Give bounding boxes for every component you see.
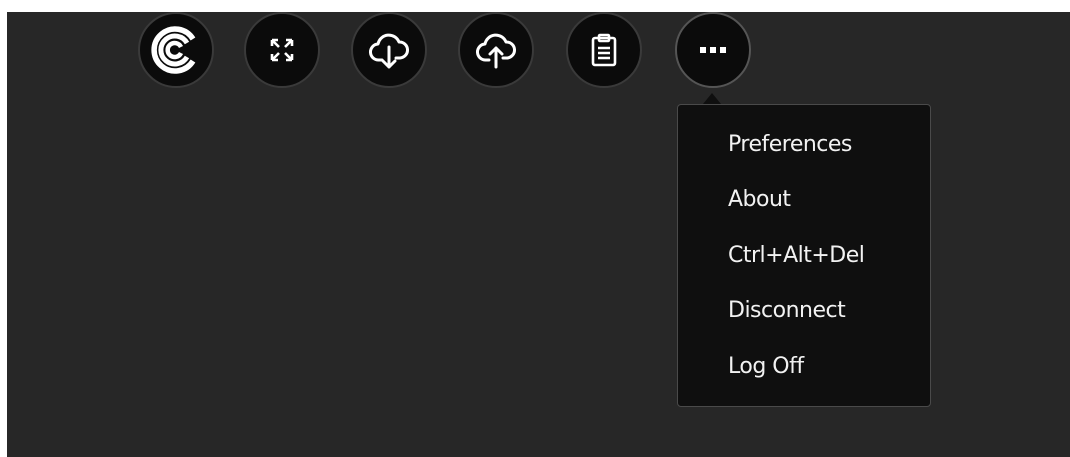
citrix-logo-button[interactable] <box>138 12 214 88</box>
session-toolbar <box>0 0 1070 100</box>
clipboard-icon <box>584 30 624 70</box>
more-horizontal-icon <box>698 45 728 55</box>
menu-item-about[interactable]: About <box>728 180 791 220</box>
menu-item-ctrl-alt-del[interactable]: Ctrl+Alt+Del <box>728 236 865 276</box>
download-button[interactable] <box>351 12 427 88</box>
more-options-button[interactable] <box>675 12 751 88</box>
upload-button[interactable] <box>458 12 534 88</box>
clipboard-button[interactable] <box>566 12 642 88</box>
more-options-menu: Preferences About Ctrl+Alt+Del Disconnec… <box>677 104 931 407</box>
menu-item-log-off[interactable]: Log Off <box>728 347 804 387</box>
fullscreen-icon <box>262 30 302 70</box>
menu-item-preferences[interactable]: Preferences <box>728 125 852 165</box>
menu-pointer <box>703 93 721 104</box>
citrix-logo-icon <box>149 23 203 77</box>
cloud-upload-icon <box>473 27 519 73</box>
menu-item-disconnect[interactable]: Disconnect <box>728 291 846 331</box>
fullscreen-button[interactable] <box>244 12 320 88</box>
cloud-download-icon <box>366 27 412 73</box>
